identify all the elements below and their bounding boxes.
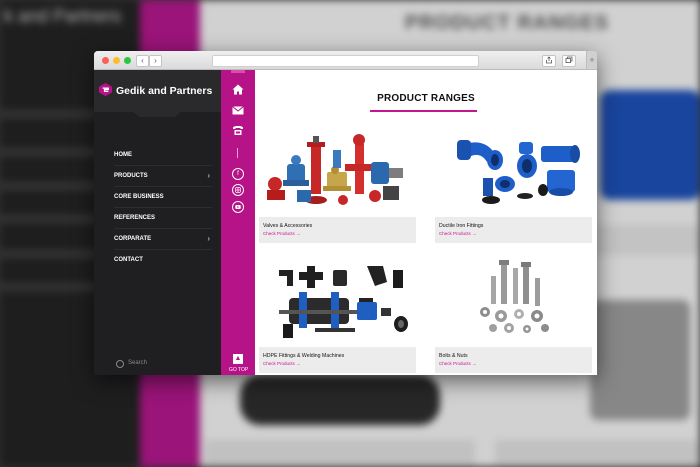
new-tab-button[interactable]: + <box>586 51 597 69</box>
share-icon[interactable] <box>542 55 556 67</box>
menu-item-core-business[interactable]: CORE BUSINESS <box>114 187 212 208</box>
menu-item-label: REFERENCES <box>114 215 156 221</box>
menu-item-label: HOME <box>114 152 132 158</box>
instagram-icon[interactable] <box>232 184 244 196</box>
check-products-link[interactable]: Check Products → <box>263 359 416 366</box>
menu-item-home[interactable]: HOME <box>114 145 212 166</box>
menu-item-corporate[interactable]: CORPARATE › <box>114 229 212 250</box>
menu-item-label: CORE BUSINESS <box>114 194 164 200</box>
bar-tab <box>231 70 245 73</box>
back-button[interactable]: ‹ <box>136 55 149 67</box>
ductile-iron-image <box>435 122 592 217</box>
product-caption: HDPE Fittings & Welding Machines Check P… <box>259 347 416 373</box>
valves-image <box>259 122 416 217</box>
browser-window: ‹ › + Gedik and Partners HOME PRODUCTS › … <box>94 51 597 375</box>
chevron-right-icon: › <box>207 171 210 180</box>
brand-name[interactable]: Gedik and Partners <box>116 85 212 97</box>
menu-item-contact[interactable]: CONTACT <box>114 250 212 270</box>
social-bar: f ▲ GO TOP <box>221 70 255 375</box>
product-card-valves[interactable]: Valves & Accessories Check Products → <box>259 122 416 243</box>
home-icon[interactable] <box>230 84 246 98</box>
logo-icon[interactable] <box>98 82 113 97</box>
menu-item-products[interactable]: PRODUCTS › <box>114 166 212 187</box>
product-name: Valves & Accessories <box>263 223 313 229</box>
sidebar: Gedik and Partners HOME PRODUCTS › CORE B… <box>94 70 221 375</box>
title-underline <box>370 110 477 112</box>
menu-item-references[interactable]: REFERENCES <box>114 208 212 229</box>
product-card-hdpe[interactable]: HDPE Fittings & Welding Machines Check P… <box>259 252 416 373</box>
youtube-icon[interactable] <box>232 201 244 213</box>
check-products-link[interactable]: Check Products → <box>263 229 416 236</box>
product-card-bolts[interactable]: Bolts & Nuts Check Products → <box>435 252 592 373</box>
facebook-icon[interactable]: f <box>232 168 244 180</box>
page-title: PRODUCT RANGES <box>377 93 475 104</box>
product-name: Bolts & Nuts <box>439 353 468 359</box>
logo-area: Gedik and Partners <box>94 70 221 112</box>
check-products-link[interactable]: Check Products → <box>439 359 592 366</box>
logo-notch <box>132 111 182 117</box>
go-top-label: GO TOP <box>229 367 249 373</box>
close-window-button[interactable] <box>102 57 109 64</box>
hdpe-image <box>259 252 416 347</box>
product-name: HDPE Fittings & Welding Machines <box>263 353 345 359</box>
phone-icon[interactable] <box>230 125 246 139</box>
divider <box>237 148 238 158</box>
search-placeholder: Search <box>128 360 148 366</box>
check-products-link[interactable]: Check Products → <box>439 229 592 236</box>
menu-item-label: PRODUCTS <box>114 173 148 179</box>
maximize-window-button[interactable] <box>124 57 131 64</box>
chevron-right-icon: › <box>207 234 210 243</box>
menu-item-label: CONTACT <box>114 257 143 263</box>
forward-button[interactable]: › <box>149 55 162 67</box>
main-menu: HOME PRODUCTS › CORE BUSINESS REFERENCES … <box>114 145 212 270</box>
main-content: PRODUCT RANGES Valves & Accessories Chec… <box>255 70 597 375</box>
product-card-ductile-iron[interactable]: Ductile Iron Fittings Check Products → <box>435 122 592 243</box>
search-icon <box>116 360 124 368</box>
product-caption: Bolts & Nuts Check Products → <box>435 347 592 373</box>
bolts-image <box>435 252 592 347</box>
product-caption: Ductile Iron Fittings Check Products → <box>435 217 592 243</box>
menu-item-label: CORPARATE <box>114 236 152 242</box>
product-name: Ductile Iron Fittings <box>439 223 484 229</box>
address-bar[interactable] <box>212 55 479 67</box>
browser-toolbar: ‹ › + <box>94 51 597 70</box>
product-caption: Valves & Accessories Check Products → <box>259 217 416 243</box>
tabs-icon[interactable] <box>562 55 576 67</box>
mail-icon[interactable] <box>230 105 246 119</box>
scroll-top-button[interactable]: ▲ <box>233 354 243 364</box>
minimize-window-button[interactable] <box>113 57 120 64</box>
